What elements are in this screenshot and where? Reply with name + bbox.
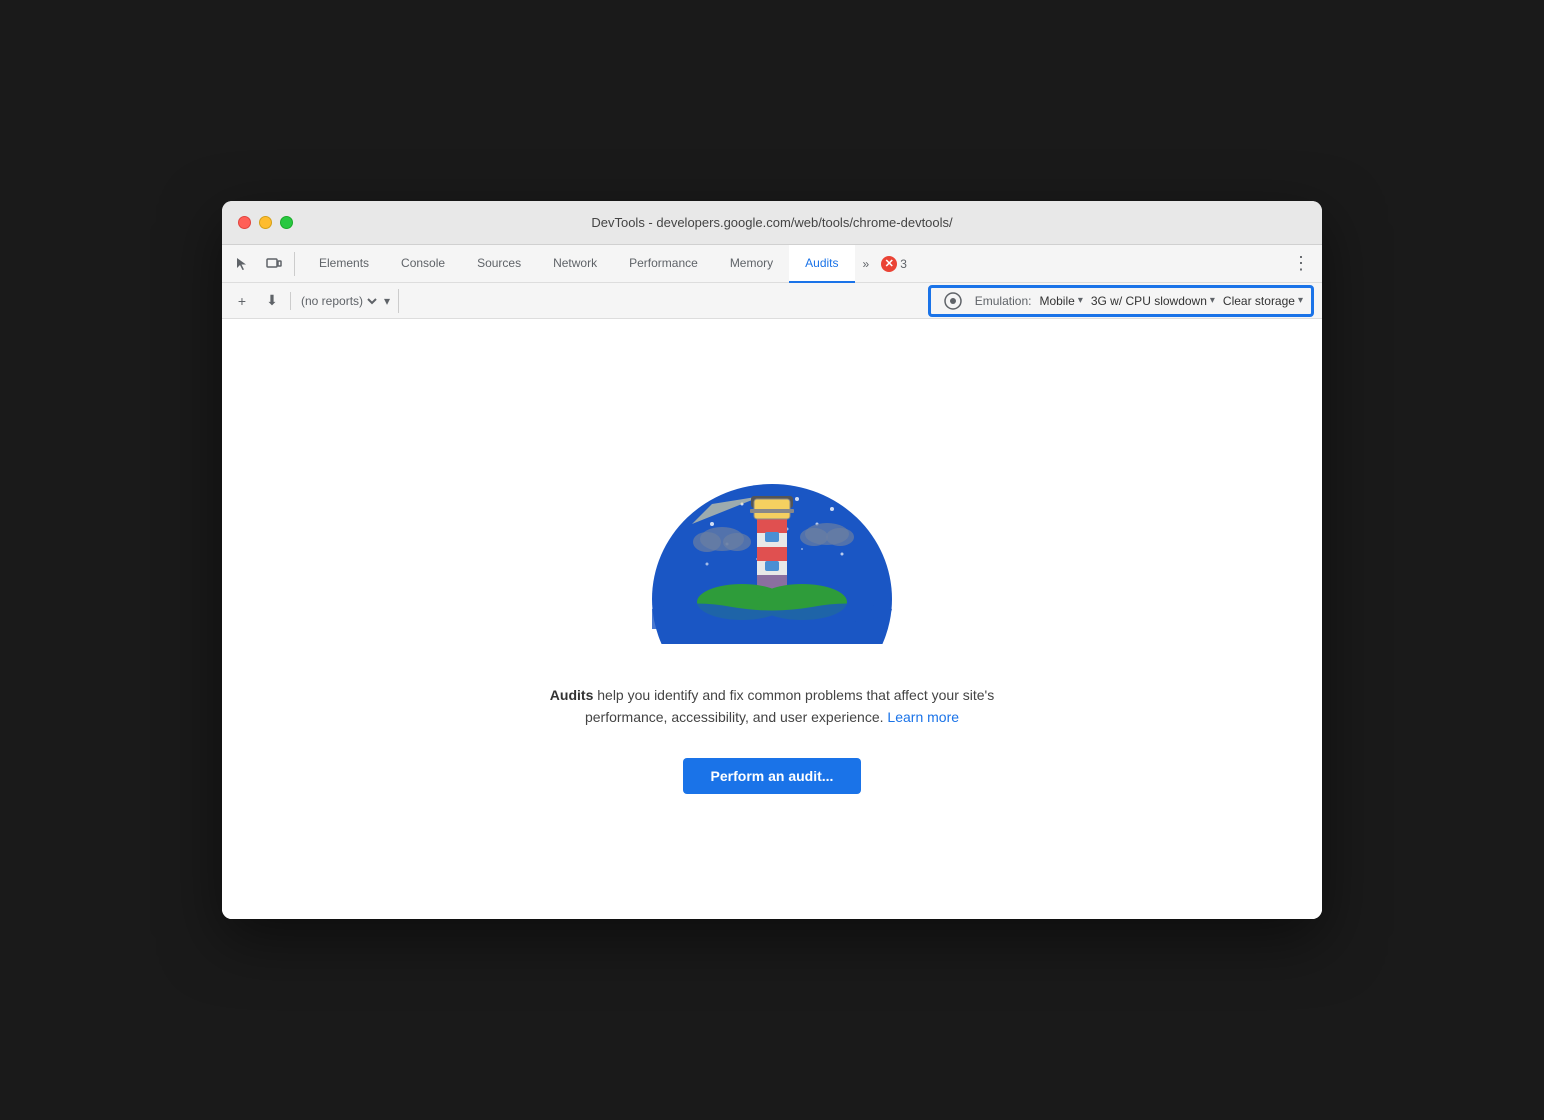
tab-performance[interactable]: Performance xyxy=(613,245,714,283)
window-title: DevTools - developers.google.com/web/too… xyxy=(591,215,952,230)
more-options-button[interactable]: ⋮ xyxy=(1288,253,1314,274)
error-icon: ✕ xyxy=(881,256,897,272)
reports-dropdown[interactable]: (no reports) xyxy=(297,293,380,309)
description-bold: Audits xyxy=(550,687,594,703)
description-text: Audits help you identify and fix common … xyxy=(542,684,1002,729)
mobile-label: Mobile xyxy=(1039,294,1074,308)
title-bar: DevTools - developers.google.com/web/too… xyxy=(222,201,1322,245)
network-throttle-dropdown[interactable]: 3G w/ CPU slowdown ▾ xyxy=(1091,294,1215,308)
minimize-button[interactable] xyxy=(259,216,272,229)
devtools-window: DevTools - developers.google.com/web/too… xyxy=(222,201,1322,919)
toolbar-bar: + ⬇ (no reports) ▾ xyxy=(222,283,1322,319)
tabs-bar: Elements Console Sources Network Perform… xyxy=(222,245,1322,283)
mobile-dropdown-arrow: ▾ xyxy=(1078,295,1083,306)
emulation-label: Emulation: xyxy=(975,294,1032,308)
maximize-button[interactable] xyxy=(280,216,293,229)
cursor-icon[interactable] xyxy=(230,252,254,276)
lighthouse-illustration xyxy=(632,444,912,644)
tab-memory[interactable]: Memory xyxy=(714,245,789,283)
mobile-dropdown[interactable]: Mobile ▾ xyxy=(1039,294,1082,308)
clear-storage-arrow: ▾ xyxy=(1298,295,1303,306)
devtools-body: Elements Console Sources Network Perform… xyxy=(222,245,1322,919)
highlighted-toolbar-section: Emulation: Mobile ▾ 3G w/ CPU slowdown ▾… xyxy=(928,285,1314,317)
main-content: Audits help you identify and fix common … xyxy=(222,319,1322,919)
tab-overflow[interactable]: » xyxy=(855,245,878,283)
tab-console[interactable]: Console xyxy=(385,245,461,283)
tab-audits[interactable]: Audits xyxy=(789,245,854,283)
tab-network[interactable]: Network xyxy=(537,245,613,283)
tab-icons xyxy=(230,252,295,276)
toolbar-right: Emulation: Mobile ▾ 3G w/ CPU slowdown ▾… xyxy=(928,285,1314,317)
toolbar-left: + ⬇ (no reports) ▾ xyxy=(230,289,399,313)
clear-storage-dropdown[interactable]: Clear storage ▾ xyxy=(1223,294,1303,308)
separator xyxy=(290,292,291,310)
learn-more-link[interactable]: Learn more xyxy=(887,709,959,725)
reports-select[interactable]: (no reports) ▾ xyxy=(297,293,390,309)
error-badge: ✕ 3 xyxy=(881,256,907,272)
perform-audit-button[interactable]: Perform an audit... xyxy=(683,758,862,794)
clear-storage-label: Clear storage xyxy=(1223,294,1295,308)
download-button[interactable]: ⬇ xyxy=(260,289,284,313)
error-count: 3 xyxy=(900,257,907,271)
network-dropdown-arrow: ▾ xyxy=(1210,295,1215,306)
device-toggle-icon[interactable] xyxy=(262,252,286,276)
emulation-toggle-icon[interactable] xyxy=(939,291,967,311)
select-arrow-icon: ▾ xyxy=(384,294,390,308)
tab-sources[interactable]: Sources xyxy=(461,245,537,283)
traffic-lights xyxy=(238,216,293,229)
network-throttle-label: 3G w/ CPU slowdown xyxy=(1091,294,1207,308)
tab-elements[interactable]: Elements xyxy=(303,245,385,283)
close-button[interactable] xyxy=(238,216,251,229)
add-report-button[interactable]: + xyxy=(230,289,254,313)
